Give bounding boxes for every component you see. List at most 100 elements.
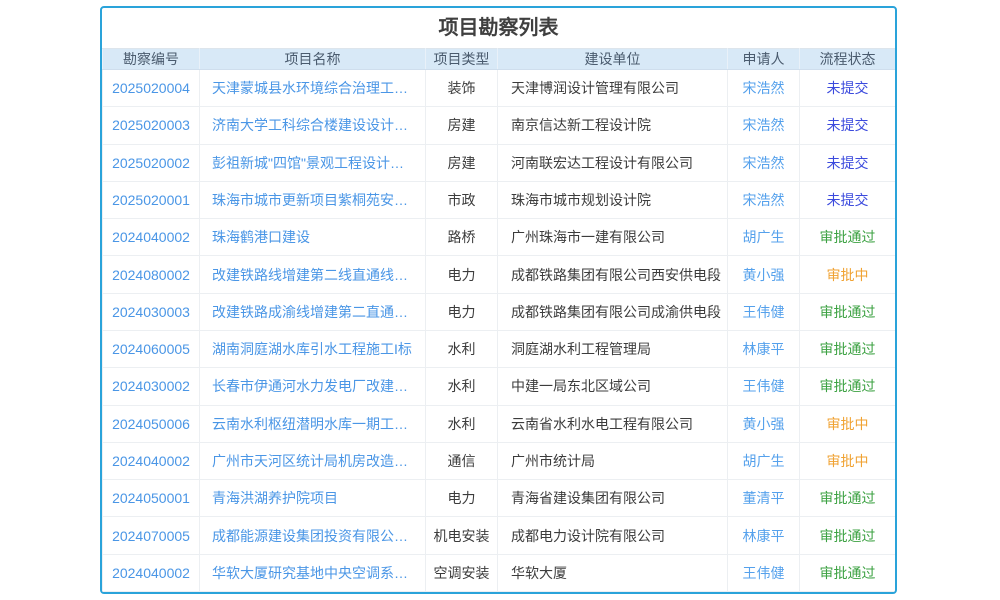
table-row: 2025020003 济南大学工科综合楼建设设计项目 房建 南京信达新工程设计院… <box>103 107 896 144</box>
applicant-link[interactable]: 王伟健 <box>728 368 800 405</box>
construction-unit: 成都电力设计院有限公司 <box>498 517 728 554</box>
survey-id-link[interactable]: 2025020002 <box>103 144 200 181</box>
applicant-link[interactable]: 林康平 <box>728 330 800 367</box>
project-type: 市政 <box>426 181 498 218</box>
status-text: 未提交 <box>800 70 896 107</box>
construction-unit: 天津博润设计管理有限公司 <box>498 70 728 107</box>
table-row: 2024030002 长春市伊通河水力发电厂改建工程 水利 中建一局东北区域公司… <box>103 368 896 405</box>
status-text: 审批中 <box>800 442 896 479</box>
applicant-link[interactable]: 王伟健 <box>728 554 800 591</box>
table-row: 2024040002 珠海鹤港口建设 路桥 广州珠海市一建有限公司 胡广生 审批… <box>103 219 896 256</box>
status-text: 未提交 <box>800 181 896 218</box>
table-row: 2024030003 改建铁路成渝线增建第二直通线... 电力 成都铁路集团有限… <box>103 293 896 330</box>
survey-id-link[interactable]: 2024050001 <box>103 480 200 517</box>
applicant-link[interactable]: 宋浩然 <box>728 107 800 144</box>
applicant-link[interactable]: 王伟健 <box>728 293 800 330</box>
applicant-link[interactable]: 宋浩然 <box>728 70 800 107</box>
column-header-survey-id: 勘察编号 <box>103 49 200 70</box>
project-type: 水利 <box>426 405 498 442</box>
column-header-status: 流程状态 <box>800 49 896 70</box>
applicant-link[interactable]: 林康平 <box>728 517 800 554</box>
status-text: 未提交 <box>800 144 896 181</box>
construction-unit: 云南省水利水电工程有限公司 <box>498 405 728 442</box>
applicant-link[interactable]: 董清平 <box>728 480 800 517</box>
table-row: 2024070005 成都能源建设集团投资有限公司... 机电安装 成都电力设计… <box>103 517 896 554</box>
project-type: 水利 <box>426 330 498 367</box>
project-name-link[interactable]: 长春市伊通河水力发电厂改建工程 <box>200 368 426 405</box>
project-name-link[interactable]: 改建铁路成渝线增建第二直通线... <box>200 293 426 330</box>
table-header-row: 勘察编号 项目名称 项目类型 建设单位 申请人 流程状态 <box>103 49 896 70</box>
survey-id-link[interactable]: 2025020004 <box>103 70 200 107</box>
construction-unit: 青海省建设集团有限公司 <box>498 480 728 517</box>
construction-unit: 广州珠海市一建有限公司 <box>498 219 728 256</box>
survey-id-link[interactable]: 2024040002 <box>103 442 200 479</box>
column-header-project-type: 项目类型 <box>426 49 498 70</box>
status-text: 审批通过 <box>800 219 896 256</box>
project-name-link[interactable]: 云南水利枢纽潜明水库一期工程... <box>200 405 426 442</box>
project-type: 电力 <box>426 256 498 293</box>
project-type: 机电安装 <box>426 517 498 554</box>
applicant-link[interactable]: 宋浩然 <box>728 144 800 181</box>
column-header-construction-unit: 建设单位 <box>498 49 728 70</box>
project-type: 装饰 <box>426 70 498 107</box>
survey-id-link[interactable]: 2024060005 <box>103 330 200 367</box>
status-text: 审批中 <box>800 405 896 442</box>
survey-id-link[interactable]: 2024030002 <box>103 368 200 405</box>
project-name-link[interactable]: 彭祖新城"四馆"景观工程设计项目 <box>200 144 426 181</box>
construction-unit: 成都铁路集团有限公司西安供电段 <box>498 256 728 293</box>
project-name-link[interactable]: 青海洪湖养护院项目 <box>200 480 426 517</box>
table-row: 2025020004 天津蒙城县水环境综合治理工程... 装饰 天津博润设计管理… <box>103 70 896 107</box>
project-name-link[interactable]: 华软大厦研究基地中央空调系统... <box>200 554 426 591</box>
project-name-link[interactable]: 珠海市城市更新项目紫桐苑安置... <box>200 181 426 218</box>
status-text: 审批通过 <box>800 554 896 591</box>
status-text: 审批通过 <box>800 368 896 405</box>
survey-id-link[interactable]: 2024040002 <box>103 554 200 591</box>
survey-id-link[interactable]: 2025020001 <box>103 181 200 218</box>
construction-unit: 广州市统计局 <box>498 442 728 479</box>
table-row: 2025020001 珠海市城市更新项目紫桐苑安置... 市政 珠海市城市规划设… <box>103 181 896 218</box>
survey-id-link[interactable]: 2024030003 <box>103 293 200 330</box>
column-header-project-name: 项目名称 <box>200 49 426 70</box>
project-type: 房建 <box>426 144 498 181</box>
status-text: 审批通过 <box>800 517 896 554</box>
project-name-link[interactable]: 成都能源建设集团投资有限公司... <box>200 517 426 554</box>
page-title: 项目勘察列表 <box>102 8 895 48</box>
table-row: 2024040002 华软大厦研究基地中央空调系统... 空调安装 华软大厦 王… <box>103 554 896 591</box>
project-name-link[interactable]: 济南大学工科综合楼建设设计项目 <box>200 107 426 144</box>
status-text: 审批通过 <box>800 480 896 517</box>
construction-unit: 南京信达新工程设计院 <box>498 107 728 144</box>
project-name-link[interactable]: 改建铁路线增建第二线直通线（... <box>200 256 426 293</box>
status-text: 审批通过 <box>800 330 896 367</box>
project-type: 电力 <box>426 293 498 330</box>
project-type: 通信 <box>426 442 498 479</box>
project-type: 水利 <box>426 368 498 405</box>
project-name-link[interactable]: 珠海鹤港口建设 <box>200 219 426 256</box>
status-text: 审批中 <box>800 256 896 293</box>
project-name-link[interactable]: 天津蒙城县水环境综合治理工程... <box>200 70 426 107</box>
construction-unit: 成都铁路集团有限公司成渝供电段 <box>498 293 728 330</box>
survey-id-link[interactable]: 2024040002 <box>103 219 200 256</box>
applicant-link[interactable]: 宋浩然 <box>728 181 800 218</box>
project-name-link[interactable]: 广州市天河区统计局机房改造项目 <box>200 442 426 479</box>
survey-id-link[interactable]: 2024050006 <box>103 405 200 442</box>
project-name-link[interactable]: 湖南洞庭湖水库引水工程施工I标 <box>200 330 426 367</box>
survey-id-link[interactable]: 2025020003 <box>103 107 200 144</box>
project-type: 路桥 <box>426 219 498 256</box>
survey-id-link[interactable]: 2024080002 <box>103 256 200 293</box>
applicant-link[interactable]: 胡广生 <box>728 219 800 256</box>
construction-unit: 中建一局东北区域公司 <box>498 368 728 405</box>
construction-unit: 河南联宏达工程设计有限公司 <box>498 144 728 181</box>
applicant-link[interactable]: 黄小强 <box>728 256 800 293</box>
construction-unit: 珠海市城市规划设计院 <box>498 181 728 218</box>
applicant-link[interactable]: 胡广生 <box>728 442 800 479</box>
table-row: 2024080002 改建铁路线增建第二线直通线（... 电力 成都铁路集团有限… <box>103 256 896 293</box>
table-row: 2025020002 彭祖新城"四馆"景观工程设计项目 房建 河南联宏达工程设计… <box>103 144 896 181</box>
project-type: 房建 <box>426 107 498 144</box>
status-text: 未提交 <box>800 107 896 144</box>
survey-table: 勘察编号 项目名称 项目类型 建设单位 申请人 流程状态 2025020004 … <box>102 48 896 592</box>
survey-id-link[interactable]: 2024070005 <box>103 517 200 554</box>
status-text: 审批通过 <box>800 293 896 330</box>
table-row: 2024040002 广州市天河区统计局机房改造项目 通信 广州市统计局 胡广生… <box>103 442 896 479</box>
table-row: 2024050001 青海洪湖养护院项目 电力 青海省建设集团有限公司 董清平 … <box>103 480 896 517</box>
applicant-link[interactable]: 黄小强 <box>728 405 800 442</box>
